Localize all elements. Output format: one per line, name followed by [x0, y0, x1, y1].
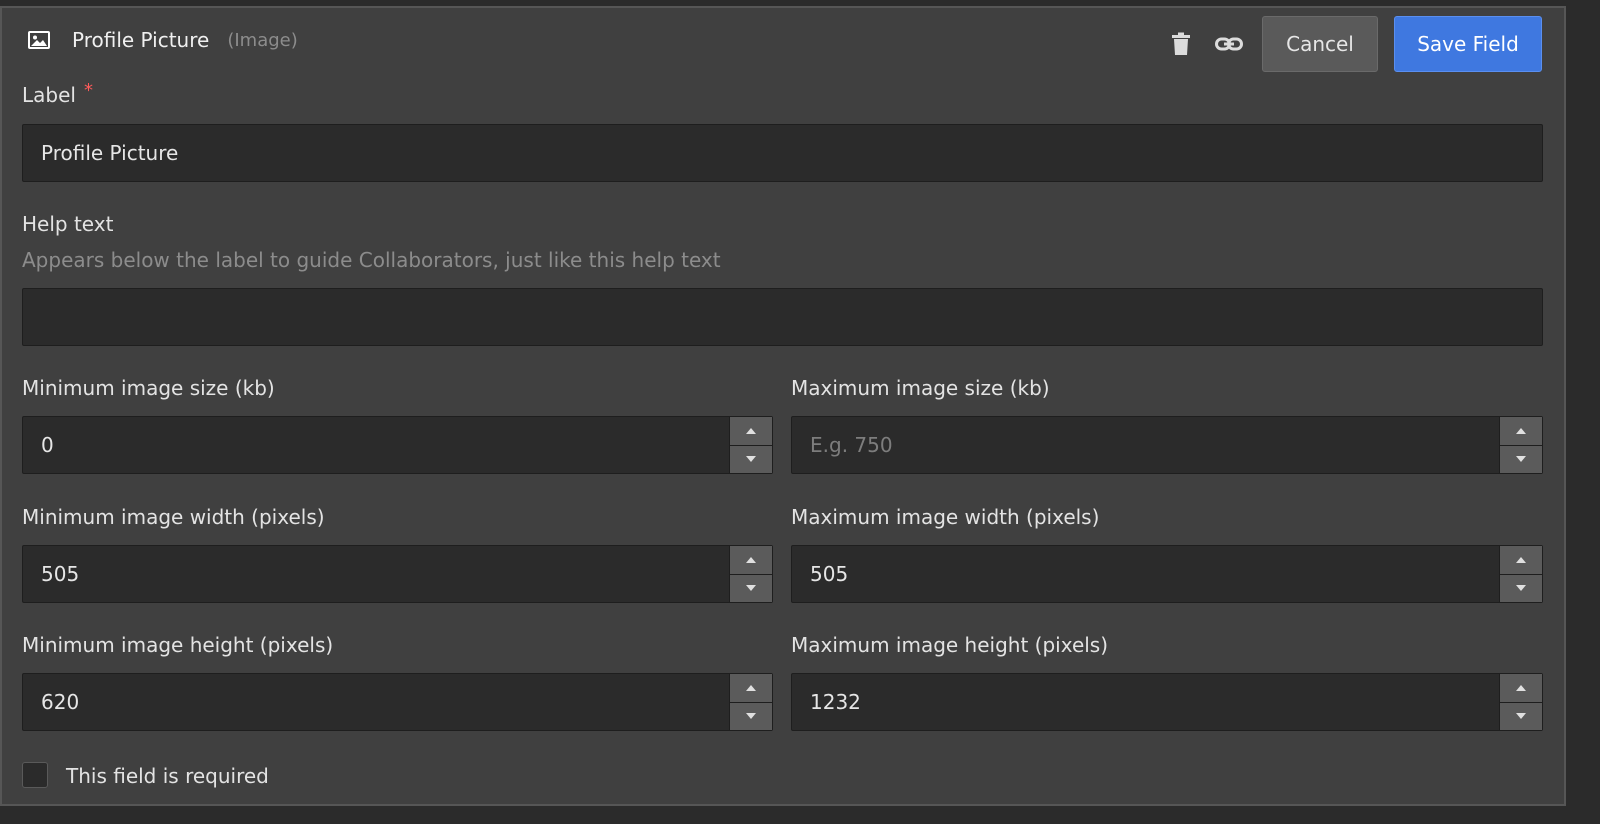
decrement-button[interactable]	[730, 701, 772, 730]
arrow-down-icon	[746, 585, 756, 592]
arrow-up-icon	[1516, 556, 1526, 563]
decrement-button[interactable]	[1500, 573, 1542, 602]
link-icon[interactable]	[1214, 29, 1244, 59]
max-width-label: Maximum image width (pixels)	[791, 505, 1100, 529]
increment-button[interactable]	[730, 417, 772, 445]
max-height-input[interactable]: 1232	[791, 673, 1543, 731]
min-width-value: 505	[41, 562, 80, 586]
label-input[interactable]: Profile Picture	[22, 124, 1543, 182]
min-width-stepper	[729, 546, 772, 602]
min-height-label: Minimum image height (pixels)	[22, 633, 334, 657]
label-field-label-text: Label	[22, 83, 76, 107]
arrow-up-icon	[1516, 427, 1526, 434]
min-width-label: Minimum image width (pixels)	[22, 505, 325, 529]
decrement-button[interactable]	[730, 444, 772, 473]
increment-button[interactable]	[730, 674, 772, 702]
arrow-down-icon	[746, 456, 756, 463]
max-height-label: Maximum image height (pixels)	[791, 633, 1109, 657]
min-size-value: 0	[41, 433, 54, 457]
field-header: Profile Picture (Image)	[26, 24, 298, 56]
help-text-input[interactable]	[22, 288, 1543, 346]
arrow-up-icon	[746, 684, 756, 691]
label-field-label: Label *	[22, 80, 93, 107]
label-input-value: Profile Picture	[41, 141, 179, 165]
min-size-stepper	[729, 417, 772, 473]
max-height-stepper	[1499, 674, 1542, 730]
image-icon	[26, 29, 52, 51]
min-height-value: 620	[41, 690, 80, 714]
min-size-label: Minimum image size (kb)	[22, 376, 275, 400]
decrement-button[interactable]	[1500, 444, 1542, 473]
arrow-down-icon	[1516, 713, 1526, 720]
arrow-up-icon	[746, 427, 756, 434]
min-width-input[interactable]: 505	[22, 545, 773, 603]
max-width-value: 505	[810, 562, 849, 586]
save-field-button[interactable]: Save Field	[1394, 16, 1542, 72]
increment-button[interactable]	[730, 546, 772, 574]
header-actions: Cancel Save Field	[1166, 16, 1542, 72]
field-type-label: (Image)	[227, 29, 298, 51]
max-height-value: 1232	[810, 690, 861, 714]
increment-button[interactable]	[1500, 417, 1542, 445]
decrement-button[interactable]	[1500, 701, 1542, 730]
field-title: Profile Picture	[72, 28, 210, 52]
min-height-input[interactable]: 620	[22, 673, 773, 731]
trash-icon[interactable]	[1166, 29, 1196, 59]
max-width-input[interactable]: 505	[791, 545, 1543, 603]
help-text-description: Appears below the label to guide Collabo…	[22, 248, 721, 272]
decrement-button[interactable]	[730, 573, 772, 602]
increment-button[interactable]	[1500, 546, 1542, 574]
arrow-down-icon	[1516, 585, 1526, 592]
required-checkbox[interactable]	[22, 762, 48, 788]
arrow-down-icon	[746, 713, 756, 720]
min-size-input[interactable]: 0	[22, 416, 773, 474]
max-width-stepper	[1499, 546, 1542, 602]
arrow-down-icon	[1516, 456, 1526, 463]
max-size-label: Maximum image size (kb)	[791, 376, 1050, 400]
arrow-up-icon	[746, 556, 756, 563]
required-checkbox-label: This field is required	[66, 764, 269, 788]
help-text-label: Help text	[22, 212, 114, 236]
arrow-up-icon	[1516, 684, 1526, 691]
max-size-input[interactable]: E.g. 750	[791, 416, 1543, 474]
increment-button[interactable]	[1500, 674, 1542, 702]
min-height-stepper	[729, 674, 772, 730]
max-size-placeholder: E.g. 750	[810, 433, 893, 457]
max-size-stepper	[1499, 417, 1542, 473]
cancel-button[interactable]: Cancel	[1262, 16, 1378, 72]
required-asterisk: *	[83, 80, 93, 101]
